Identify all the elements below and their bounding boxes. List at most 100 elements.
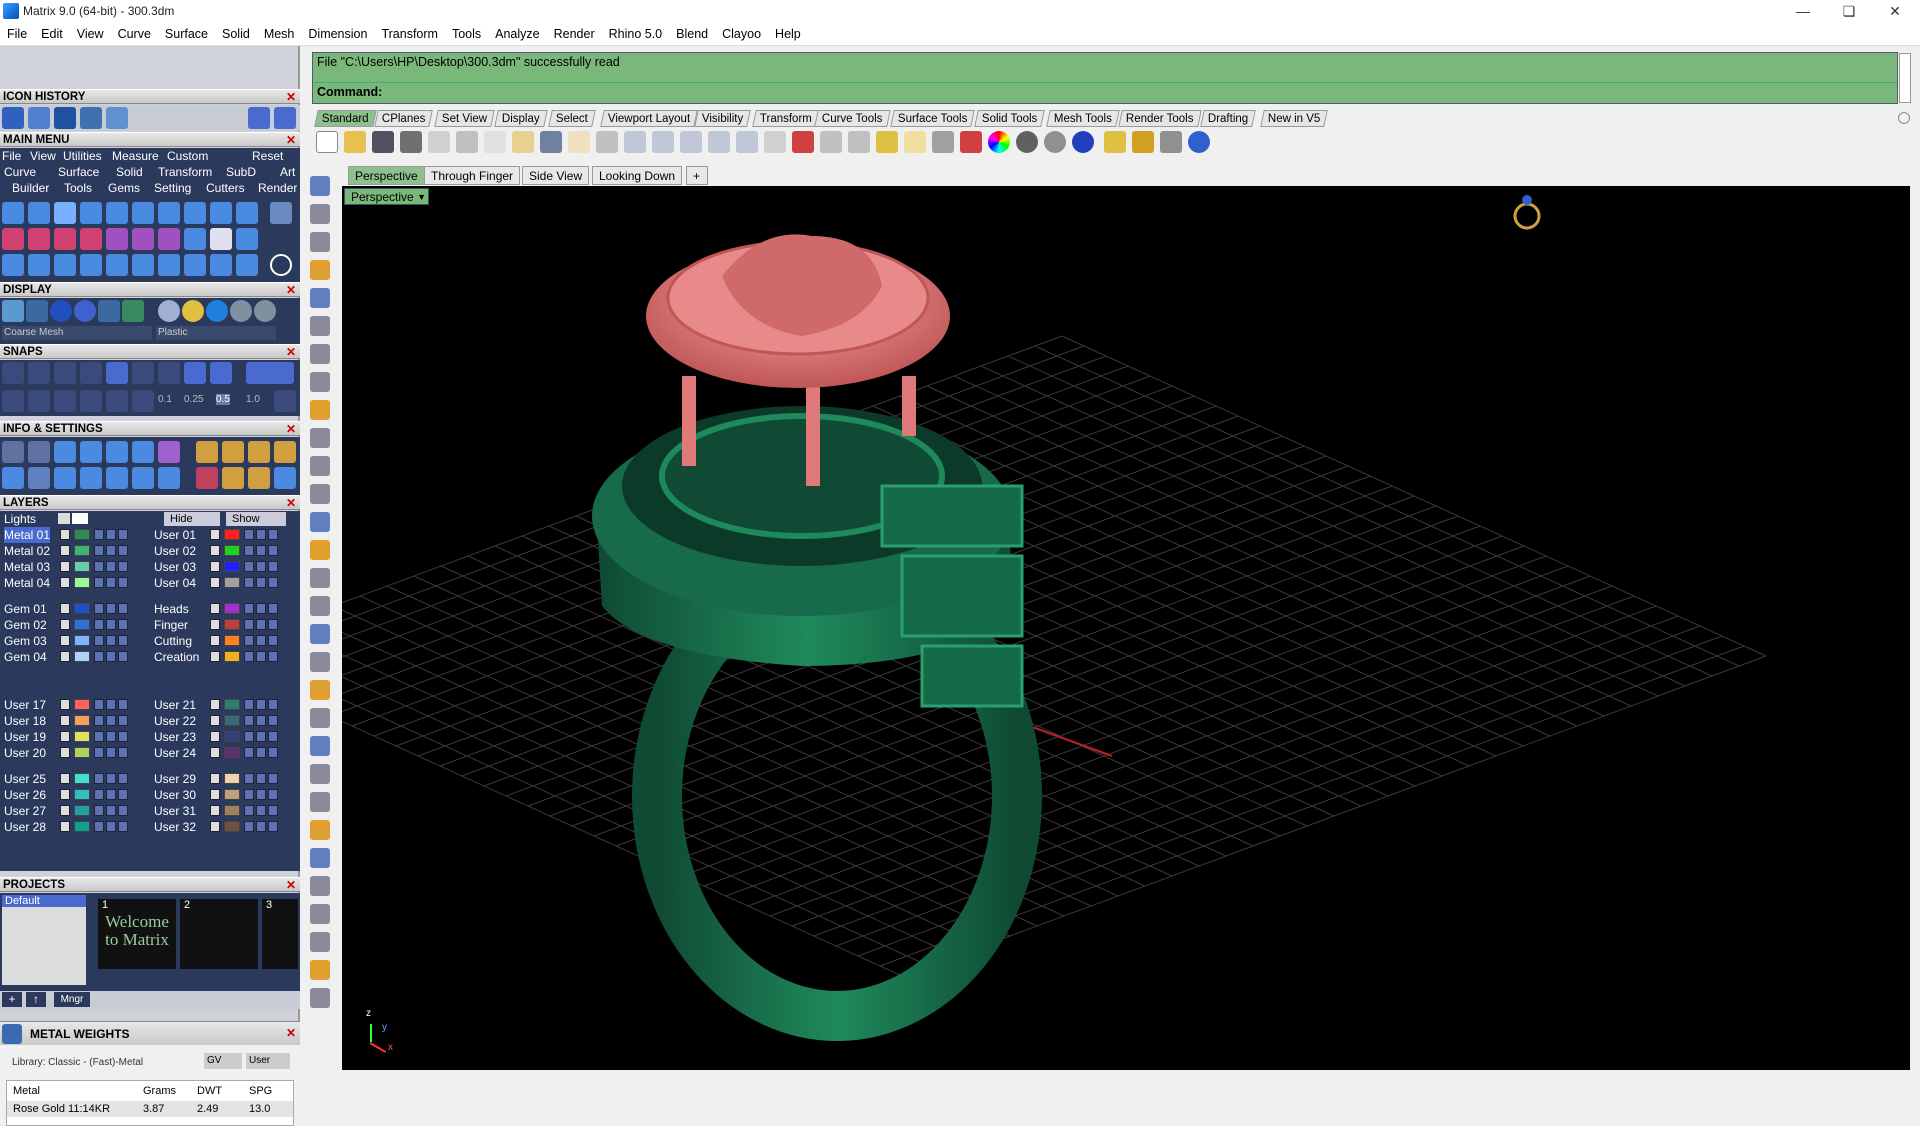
category-solid[interactable]: Solid bbox=[116, 165, 143, 179]
layer-visible-icon[interactable] bbox=[256, 619, 266, 630]
layer-expand-icon[interactable] bbox=[210, 747, 220, 758]
layer-name[interactable]: User 17 bbox=[4, 697, 46, 713]
cplane-icon[interactable] bbox=[792, 131, 814, 153]
layer-name[interactable]: User 32 bbox=[154, 819, 196, 835]
snap-icon[interactable] bbox=[210, 362, 232, 384]
layer-name[interactable]: Gem 01 bbox=[4, 601, 47, 617]
tool-icon[interactable] bbox=[236, 202, 258, 224]
layer-lock-icon[interactable] bbox=[244, 747, 254, 758]
tab-transform[interactable]: Transform bbox=[752, 110, 820, 127]
manager-button[interactable]: Mngr bbox=[54, 992, 90, 1007]
layer-lock-icon[interactable] bbox=[244, 529, 254, 540]
layer-color-swatch[interactable] bbox=[74, 545, 90, 556]
menu-solid[interactable]: Solid bbox=[215, 22, 257, 46]
category-surface[interactable]: Surface bbox=[58, 165, 99, 179]
layer-name[interactable]: User 19 bbox=[4, 729, 46, 745]
menu-clayoo[interactable]: Clayoo bbox=[715, 22, 768, 46]
gear-icon[interactable] bbox=[310, 624, 330, 644]
layer-name[interactable]: Gem 02 bbox=[4, 617, 47, 633]
layer-visible-icon[interactable] bbox=[256, 603, 266, 614]
layer-expand-icon[interactable] bbox=[210, 619, 220, 630]
layer-name[interactable]: User 29 bbox=[154, 771, 196, 787]
layer-lock-icon[interactable] bbox=[244, 715, 254, 726]
layer-current-icon[interactable] bbox=[268, 747, 278, 758]
tool-icon[interactable] bbox=[132, 228, 154, 250]
layer-name[interactable]: User 22 bbox=[154, 713, 196, 729]
category-setting[interactable]: Setting bbox=[154, 181, 191, 195]
add-viewport-tab-icon[interactable]: + bbox=[686, 166, 708, 185]
layer-current-icon[interactable] bbox=[268, 715, 278, 726]
layer-visible-icon[interactable] bbox=[256, 805, 266, 816]
category-builder[interactable]: Builder bbox=[12, 181, 49, 195]
layer-name[interactable]: Heads bbox=[154, 601, 189, 617]
layer-visible-icon[interactable] bbox=[106, 731, 116, 742]
layer-expand-icon[interactable] bbox=[210, 805, 220, 816]
tab-drafting[interactable]: Drafting bbox=[1200, 110, 1257, 127]
light-bulb-icon[interactable] bbox=[904, 131, 926, 153]
layer-visible-icon[interactable] bbox=[256, 747, 266, 758]
tab-visibility[interactable]: Visibility bbox=[694, 110, 752, 127]
layer-expand-icon[interactable] bbox=[60, 529, 70, 540]
layer-lock-icon[interactable] bbox=[94, 805, 104, 816]
layer-current-icon[interactable] bbox=[118, 529, 128, 540]
hide-button[interactable]: Hide bbox=[164, 512, 220, 526]
snap-icon[interactable] bbox=[132, 362, 154, 384]
grid-icon[interactable] bbox=[310, 988, 330, 1008]
pan-hand-icon[interactable] bbox=[568, 131, 590, 153]
layer-name[interactable]: Finger bbox=[154, 617, 188, 633]
layer-visible-icon[interactable] bbox=[106, 773, 116, 784]
snap-icon[interactable] bbox=[28, 390, 50, 412]
tool-icon[interactable] bbox=[236, 254, 258, 276]
layer-name[interactable]: User 30 bbox=[154, 787, 196, 803]
layer-name[interactable]: Metal 04 bbox=[4, 575, 50, 591]
tab-display[interactable]: Display bbox=[494, 110, 548, 127]
layer-color-swatch[interactable] bbox=[224, 731, 240, 742]
layer-current-icon[interactable] bbox=[268, 603, 278, 614]
layer-expand-icon[interactable] bbox=[60, 577, 70, 588]
display-icon[interactable] bbox=[26, 300, 48, 322]
close-icon[interactable]: ✕ bbox=[286, 878, 296, 892]
menu-render[interactable]: Render bbox=[547, 22, 602, 46]
solid-icon[interactable] bbox=[310, 960, 330, 980]
layer-color-swatch[interactable] bbox=[224, 561, 240, 572]
layer-name[interactable]: Metal 02 bbox=[4, 543, 50, 559]
layer-visible-icon[interactable] bbox=[106, 715, 116, 726]
tool-icon[interactable] bbox=[54, 254, 76, 276]
tool-icon[interactable] bbox=[28, 228, 50, 250]
info-icon[interactable] bbox=[196, 467, 218, 489]
layer-expand-icon[interactable] bbox=[60, 651, 70, 662]
tool-icon[interactable] bbox=[210, 228, 232, 250]
layer-current-icon[interactable] bbox=[268, 545, 278, 556]
layer-current-icon[interactable] bbox=[118, 805, 128, 816]
history-tool-icon[interactable] bbox=[54, 107, 76, 129]
layer-expand-icon[interactable] bbox=[60, 619, 70, 630]
settings-icon[interactable] bbox=[2, 441, 24, 463]
gold-material-icon[interactable] bbox=[182, 300, 204, 322]
layer-visible-icon[interactable] bbox=[106, 821, 116, 832]
layer-name[interactable]: User 31 bbox=[154, 803, 196, 819]
layer-expand-icon[interactable] bbox=[210, 529, 220, 540]
close-icon[interactable]: ✕ bbox=[286, 422, 296, 436]
snap-icon[interactable] bbox=[28, 362, 50, 384]
tool-icon[interactable] bbox=[2, 228, 24, 250]
layer-name[interactable]: User 21 bbox=[154, 697, 196, 713]
export-icon[interactable] bbox=[428, 131, 450, 153]
snap-toggle-icon[interactable] bbox=[246, 362, 294, 384]
layer-color-swatch[interactable] bbox=[224, 603, 240, 614]
circle-icon[interactable] bbox=[270, 254, 292, 276]
menu-file[interactable]: File bbox=[0, 22, 34, 46]
layer-color-swatch[interactable] bbox=[74, 699, 90, 710]
layer-color-swatch[interactable] bbox=[74, 529, 90, 540]
layer-expand-icon[interactable] bbox=[60, 731, 70, 742]
layer-name[interactable]: User 02 bbox=[154, 543, 196, 559]
snap-icon[interactable] bbox=[80, 362, 102, 384]
main-menu-measure[interactable]: Measure bbox=[112, 148, 159, 164]
layer-visible-icon[interactable] bbox=[256, 821, 266, 832]
tab-cplanes[interactable]: CPlanes bbox=[374, 110, 434, 127]
layer-name[interactable]: User 28 bbox=[4, 819, 46, 835]
layer-current-icon[interactable] bbox=[268, 773, 278, 784]
info-icon[interactable] bbox=[158, 441, 180, 463]
layer-color-swatch[interactable] bbox=[224, 773, 240, 784]
snap-icon[interactable] bbox=[184, 362, 206, 384]
snap-icon[interactable] bbox=[80, 390, 102, 412]
